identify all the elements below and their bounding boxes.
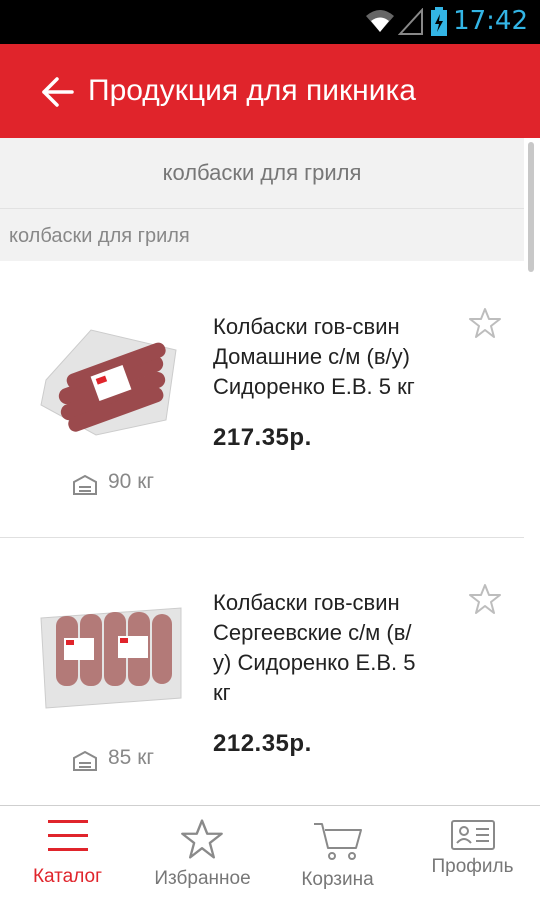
back-arrow-icon[interactable] (40, 74, 76, 110)
bottom-navigation: Каталог Избранное Корзина Профиль (0, 805, 540, 901)
product-name-line: у) Сидоренко Е.В. 5 (213, 650, 416, 675)
nav-favorites-label: Избранное (154, 868, 251, 889)
cart-icon (314, 823, 362, 860)
product-image (40, 329, 177, 436)
product-name-line: Сидоренко Е.В. 5 кг (213, 374, 415, 399)
menu-icon (48, 820, 88, 851)
stock-quantity: 85 кг (108, 746, 155, 769)
status-bar: 17:42 (0, 0, 540, 44)
product-price: 217.35р. (213, 424, 312, 451)
wifi-icon (366, 10, 394, 32)
product-name-line: Колбаски гов-свин (213, 590, 400, 615)
favorite-star-icon[interactable] (469, 583, 501, 615)
product-price: 212.35р. (213, 730, 312, 757)
product-name: Колбаски гов-свин Домашние с/м (в/у) Сид… (213, 312, 475, 402)
app-bar: Продукция для пикника (0, 44, 540, 138)
breadcrumb: колбаски для гриля (0, 208, 524, 261)
nav-catalog[interactable]: Каталог (0, 806, 135, 901)
nav-profile-label: Профиль (431, 856, 514, 877)
product-image (40, 607, 182, 709)
nav-cart-label: Корзина (301, 869, 374, 890)
category-title: колбаски для гриля (162, 160, 362, 185)
star-icon (181, 819, 223, 859)
status-time: 17:42 (453, 6, 528, 36)
category-header: колбаски для гриля (0, 138, 524, 208)
product-card[interactable]: 85 кг Колбаски гов-свин Сергеевские с/м … (0, 538, 524, 806)
nav-cart[interactable]: Корзина (270, 806, 405, 901)
warehouse-icon (73, 750, 97, 771)
nav-catalog-label: Каталог (32, 866, 103, 887)
profile-card-icon (451, 820, 495, 850)
nav-favorites[interactable]: Избранное (135, 806, 270, 901)
breadcrumb-item[interactable]: колбаски для гриля (9, 225, 190, 248)
warehouse-icon (73, 474, 97, 495)
product-name-line: Колбаски гов-свин (213, 314, 400, 339)
signal-icon (398, 8, 423, 35)
product-name: Колбаски гов-свин Сергеевские с/м (в/ у)… (213, 588, 475, 708)
favorite-star-icon[interactable] (469, 307, 501, 339)
battery-icon (431, 7, 447, 36)
product-name-line: кг (213, 680, 231, 705)
product-name-line: Сергеевские с/м (в/ (213, 620, 412, 645)
stock-quantity: 90 кг (108, 470, 155, 493)
product-card[interactable]: 90 кг Колбаски гов-свин Домашние с/м (в/… (0, 262, 524, 538)
nav-profile[interactable]: Профиль (405, 806, 540, 901)
scrollbar[interactable] (528, 142, 534, 272)
product-name-line: Домашние с/м (в/у) (213, 344, 410, 369)
page-title: Продукция для пикника (88, 74, 416, 107)
